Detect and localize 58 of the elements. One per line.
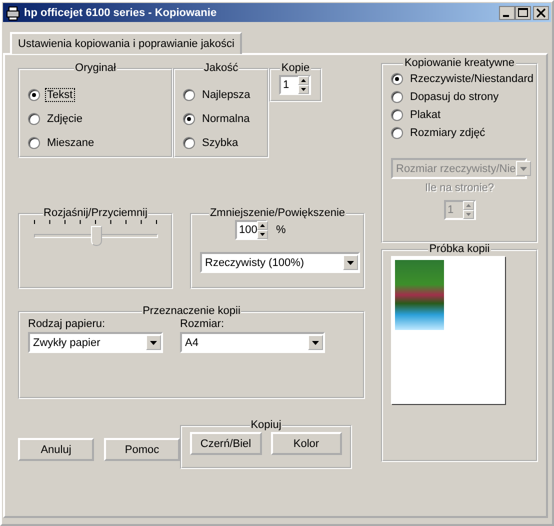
spin-field[interactable]: 100 (235, 220, 267, 240)
maximize-icon[interactable] (515, 6, 531, 20)
radio-label[interactable]: Najlepsza (200, 88, 252, 102)
group-title: Zmniejszenie/Powiększenie (208, 207, 346, 220)
dropdown[interactable]: Zwykły papier (28, 332, 163, 353)
radio-label[interactable]: Dopasuj do strony (408, 90, 501, 104)
radio-label[interactable]: Rzeczywiste/Niestandard (408, 72, 536, 86)
radio-label[interactable]: Normalna (200, 112, 252, 126)
photo-placeholder (395, 260, 444, 330)
dropdown[interactable]: Rzeczywisty (100%) (200, 252, 360, 273)
dropdown-arrow-icon (520, 166, 527, 170)
group-title: Przeznaczenie kopii (142, 305, 242, 318)
minimize-icon[interactable] (499, 6, 515, 20)
radio-button[interactable] (28, 137, 40, 149)
dropdown-arrow-icon (347, 260, 354, 264)
radio-button[interactable] (28, 89, 40, 101)
radio-label[interactable]: Zdjęcie (45, 112, 84, 126)
dropdown-arrow-icon (150, 340, 157, 344)
group-title: Oryginał (74, 62, 117, 75)
button[interactable]: Kolor (270, 432, 342, 455)
tab[interactable]: Ustawienia kopiowania i poprawianie jakości (10, 32, 242, 54)
spin-field[interactable]: 1 (279, 75, 311, 95)
field-label: Rozmiar: (180, 318, 226, 330)
group-title: Kopie (280, 62, 311, 75)
unit-label: % (276, 224, 286, 236)
button[interactable]: Czerń/Biel (190, 432, 262, 455)
radio-label[interactable]: Mieszane (45, 136, 96, 150)
radio-button[interactable] (391, 127, 403, 139)
up-arrow-icon[interactable] (298, 76, 309, 85)
field-label: Rodzaj papieru: (28, 318, 106, 330)
radio-button[interactable] (391, 109, 403, 121)
radio-button[interactable] (183, 137, 195, 149)
slider-thumb[interactable] (90, 226, 102, 246)
dropdown-arrow-icon (312, 340, 319, 344)
radio-button[interactable] (391, 91, 403, 103)
radio-button[interactable] (183, 113, 195, 125)
group-title: Próbka kopii (428, 243, 491, 256)
radio-label[interactable]: Tekst (45, 88, 75, 102)
group-title: Kopiuj (250, 419, 282, 432)
radio-button[interactable] (183, 89, 195, 101)
group-title: Jakość (202, 62, 240, 75)
close-icon[interactable] (533, 6, 549, 20)
printer-icon (5, 4, 21, 20)
radio-button[interactable] (28, 113, 40, 125)
up-arrow-icon[interactable] (257, 221, 268, 230)
radio-button[interactable] (391, 73, 403, 85)
dropdown[interactable]: A4 (180, 332, 325, 353)
down-arrow-icon[interactable] (298, 85, 309, 94)
button[interactable]: Pomoc (104, 438, 180, 461)
button[interactable]: Anuluj (18, 438, 94, 461)
down-arrow-icon[interactable] (257, 230, 268, 239)
radio-label[interactable]: Rozmiary zdjęć (408, 126, 488, 140)
group-title: Kopiowanie kreatywne (403, 57, 516, 70)
window-title: hp officejet 6100 series - Kopiowanie (24, 6, 218, 18)
radio-label[interactable]: Plakat (408, 108, 443, 122)
radio-label[interactable]: Szybka (200, 136, 240, 150)
group-title: Rozjaśnij/Przyciemnij (42, 207, 148, 220)
field-label: Ile na stronie? (424, 182, 496, 194)
